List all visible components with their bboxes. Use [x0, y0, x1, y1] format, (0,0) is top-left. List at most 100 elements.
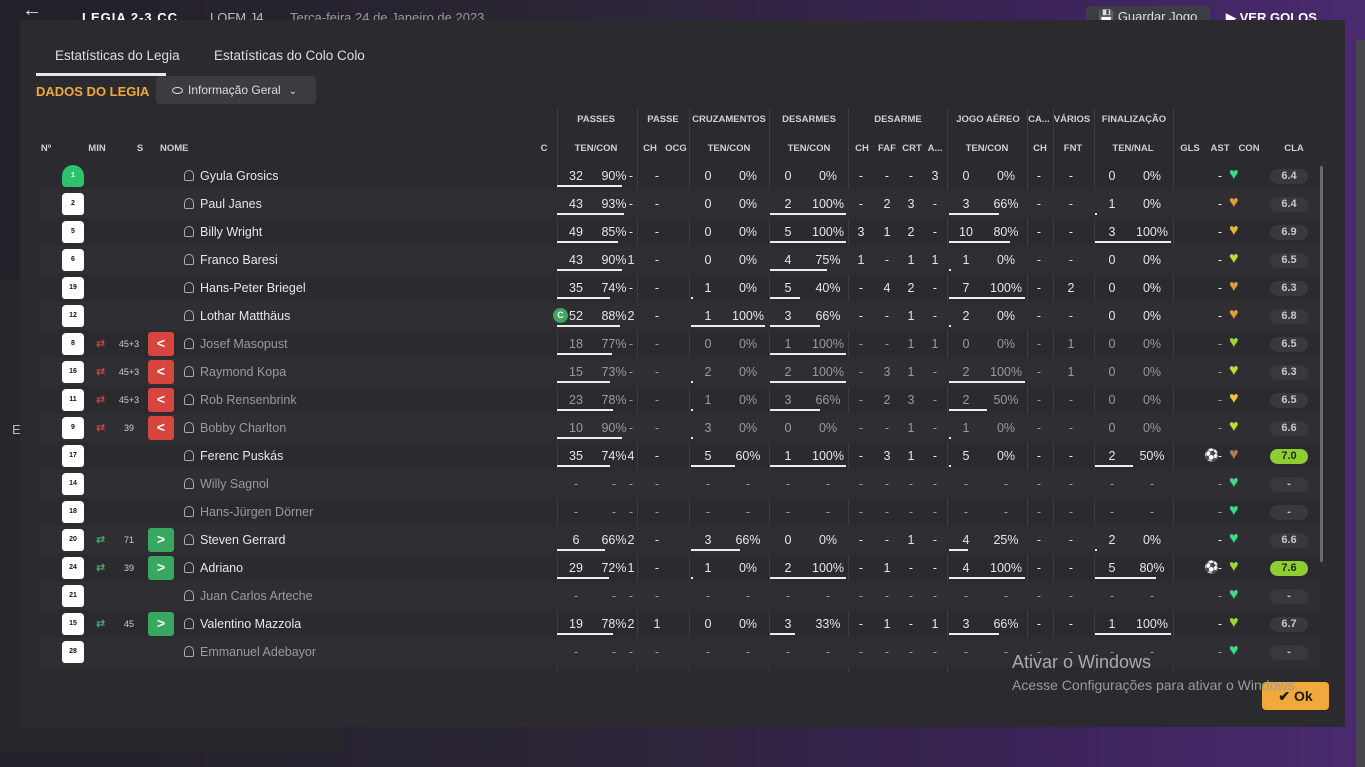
table-row[interactable]: 8 ⇄ 45+3 < Josef Masopust 18 77% - -0 0% 1 100% - -1 1… — [40, 330, 1320, 358]
stat-crt: - — [908, 169, 914, 183]
stat-bar — [557, 185, 622, 187]
stat-fA: - — [1109, 505, 1115, 519]
table-row[interactable]: 20 ⇄ 71 > Steven Gerrard 6 66% 2-3 66% 0 0% - -1-4 25… — [40, 526, 1320, 554]
table-row[interactable]: 11 ⇄ 45+3 < Rob Rensenbrink 23 78% - -1 0% 3 66% -2 3… — [40, 386, 1320, 414]
condition-heart-icon: ♥ — [1229, 362, 1239, 379]
player-name[interactable]: Juan Carlos Arteche — [200, 589, 313, 603]
col-desarme-ch[interactable]: CH — [850, 143, 874, 154]
stat-faf: - — [884, 589, 890, 603]
player-name[interactable]: Josef Masopust — [200, 337, 288, 351]
player-name[interactable]: Emmanuel Adebayor — [200, 645, 316, 659]
table-scrollbar[interactable] — [1320, 166, 1323, 562]
table-row[interactable]: 18 Hans-Jürgen Dörner - - - - - - - - - - - - - - - - - - - ♥… — [40, 498, 1320, 526]
player-name[interactable]: Paul Janes — [200, 197, 262, 211]
stat-dP: - — [825, 505, 831, 519]
table-row[interactable]: 15 ⇄ 45 > Valentino Mazzola 19 78% 2 1 0 0% 3 33% -1-… — [40, 610, 1320, 638]
table-row[interactable]: 12 Lothar Matthäus C 52 88% 2-1 100% 3 66% - -1-2 0… — [40, 302, 1320, 330]
col-crt[interactable]: CRT — [900, 143, 924, 154]
col-assists[interactable]: AST — [1206, 143, 1234, 154]
stat-ocg: - — [654, 505, 660, 519]
player-name[interactable]: Hans-Peter Briegel — [200, 281, 306, 295]
col-passe-ch[interactable]: CH — [638, 143, 662, 154]
stat-faf: 1 — [883, 561, 891, 575]
stat-cA: - — [705, 477, 711, 491]
stat-aP: 100% — [990, 365, 1022, 379]
col-number[interactable]: Nº — [36, 143, 56, 154]
stat-a: - — [932, 561, 938, 575]
col-faf[interactable]: FAF — [876, 143, 898, 154]
player-name[interactable]: Lothar Matthäus — [200, 309, 290, 323]
stat-cP: 66% — [735, 533, 761, 547]
stat-crt: 2 — [907, 281, 915, 295]
stat-bar — [557, 409, 613, 411]
col-minutes[interactable]: MIN — [82, 143, 112, 154]
stat-fP: 0% — [1142, 365, 1162, 379]
table-row[interactable]: 21 Juan Carlos Arteche - - - - - - - - - - - - - - - - - - -… — [40, 582, 1320, 610]
stat-aA: - — [963, 505, 969, 519]
table-row[interactable]: 17 Ferenc Puskás 35 74% 4-5 60% 1 100% -3 1-5 0% - -… — [40, 442, 1320, 470]
table-row[interactable]: 2 Paul Janes 43 93% - -0 0% 2 100% -2 3-3 66% - -1 0% -… — [40, 190, 1320, 218]
col-goals[interactable]: GLS — [1176, 143, 1204, 154]
back-arrow-icon[interactable]: ← — [22, 0, 42, 20]
player-name[interactable]: Billy Wright — [200, 225, 262, 239]
stat-fP: 80% — [1139, 561, 1165, 575]
player-name[interactable]: Rob Rensenbrink — [200, 393, 297, 407]
player-name[interactable]: Ferenc Puskás — [200, 449, 283, 463]
player-name[interactable]: Adriano — [200, 561, 243, 575]
player-name[interactable]: Franco Baresi — [200, 253, 278, 267]
stat-fnt: 1 — [1067, 337, 1075, 351]
col-condition[interactable]: CON — [1234, 143, 1264, 154]
col-sub[interactable]: S — [132, 143, 148, 154]
stat-dA: 5 — [784, 281, 792, 295]
col-ocg[interactable]: OCG — [662, 143, 690, 154]
subbed-on-icon: > — [148, 612, 174, 636]
player-name[interactable]: Hans-Jürgen Dörner — [200, 505, 313, 519]
player-name[interactable]: Willy Sagnol — [200, 477, 269, 491]
stat-dP: 66% — [815, 393, 841, 407]
person-icon — [184, 170, 194, 181]
player-name[interactable]: Steven Gerrard — [200, 533, 285, 547]
col-ca-ch[interactable]: CH — [1028, 143, 1052, 154]
table-row[interactable]: 1 Gyula Grosics 32 90% - -0 0% 0 0% - - -3 0 0% - -0 0% -… — [40, 162, 1320, 190]
table-row[interactable]: 5 Billy Wright 49 85% - -0 0% 5 100% 3 1 2-10 80% - -3… — [40, 218, 1320, 246]
col-a[interactable]: A... — [924, 143, 946, 154]
stat-dch: - — [858, 561, 864, 575]
page-scrollbar[interactable] — [1356, 40, 1365, 767]
player-name[interactable]: Raymond Kopa — [200, 365, 286, 379]
col-rating[interactable]: CLA — [1274, 143, 1314, 154]
table-row[interactable]: 6 Franco Baresi 43 90% 1-0 0% 4 75% 1-1 1 1 0% - -0 0%… — [40, 246, 1320, 274]
stat-dP: 0% — [818, 169, 838, 183]
col-finalizacao[interactable]: TEN/NAL — [1096, 143, 1170, 154]
stat-dP: 66% — [815, 309, 841, 323]
stat-pA: - — [573, 477, 579, 491]
table-row[interactable]: 9 ⇄ 39 < Bobby Charlton 10 90% - -3 0% 0 0% - -1-1 0% -… — [40, 414, 1320, 442]
col-aereo[interactable]: TEN/CON — [950, 143, 1024, 154]
stat-aA: - — [963, 477, 969, 491]
substitution-icon: ⇄ — [96, 366, 106, 378]
stat-dP: 40% — [815, 281, 841, 295]
table-row[interactable]: 14 Willy Sagnol - - - - - - - - - - - - - - - - - - - ♥ - — [40, 470, 1320, 498]
stat-fA: 2 — [1108, 449, 1116, 463]
col-cruzamentos[interactable]: TEN/CON — [692, 143, 766, 154]
player-name[interactable]: Gyula Grosics — [200, 169, 279, 183]
col-name[interactable]: NOME — [160, 143, 189, 154]
stat-faf: 3 — [883, 365, 891, 379]
table-row[interactable]: 24 ⇄ 39 > Adriano 29 72% 1-1 0% 2 100% -1- -4 100% - -5… — [40, 554, 1320, 582]
condition-heart-icon: ♥ — [1229, 530, 1239, 547]
rating-badge: - — [1270, 477, 1308, 492]
player-name[interactable]: Bobby Charlton — [200, 421, 286, 435]
col-fnt[interactable]: FNT — [1056, 143, 1090, 154]
table-row[interactable]: 16 ⇄ 45+3 < Raymond Kopa 15 73% - -2 0% 2 100% -3 1-2… — [40, 358, 1320, 386]
stat-aA: 3 — [962, 617, 970, 631]
tab-colocolo-stats[interactable]: Estatísticas do Colo Colo — [214, 48, 365, 76]
view-dropdown[interactable]: Informação Geral ⌄ — [156, 76, 316, 104]
player-name[interactable]: Valentino Mazzola — [200, 617, 301, 631]
table-row[interactable]: 19 Hans-Peter Briegel 35 74% - -1 0% 5 40% -4 2-7 1… — [40, 274, 1320, 302]
stat-fP: 0% — [1142, 533, 1162, 547]
tab-legia-stats[interactable]: Estatísticas do Legia — [36, 48, 180, 76]
col-desarmes[interactable]: TEN/CON — [772, 143, 846, 154]
col-passes[interactable]: TEN/CON — [560, 143, 632, 154]
stat-pA: 10 — [569, 421, 583, 435]
col-captain[interactable]: C — [536, 143, 552, 154]
stat-a: - — [932, 477, 938, 491]
